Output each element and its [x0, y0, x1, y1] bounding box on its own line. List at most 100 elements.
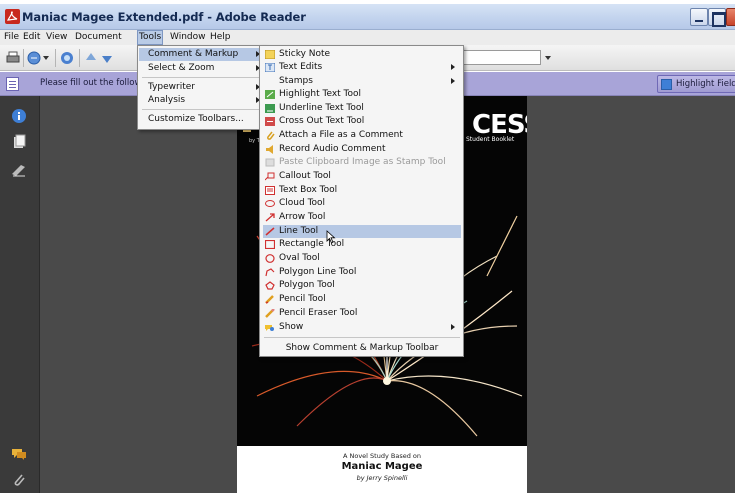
search-input[interactable]: d [455, 50, 541, 65]
menu-item-label: Record Audio Comment [279, 144, 386, 154]
menu-item-text-box-tool[interactable]: Text Box Tool [263, 184, 461, 197]
menu-item-cloud-tool[interactable]: Cloud Tool [263, 197, 461, 210]
pencil-icon [265, 295, 274, 304]
menu-item-highlight-text-tool[interactable]: Highlight Text Tool [263, 88, 461, 101]
menu-item-pencil-tool[interactable]: Pencil Tool [263, 293, 461, 306]
signatures-icon[interactable] [11, 162, 27, 178]
menu-item-label: Polygon Line Tool [279, 267, 357, 277]
toolbar-separator [23, 49, 24, 67]
menu-item-underline-text-tool[interactable]: Underline Text Tool [263, 102, 461, 115]
menu-item-cross-out-text-tool[interactable]: Cross Out Text Tool [263, 115, 461, 128]
tools-menu-comment-markup[interactable]: Comment & Markup [139, 48, 264, 61]
footer-line-1: A Novel Study Based on [342, 452, 422, 460]
menu-separator [142, 109, 262, 110]
tools-menu-label: Typewriter [148, 82, 195, 92]
form-icon [6, 77, 19, 91]
polygon-icon [265, 281, 275, 290]
menu-window[interactable]: Window [169, 31, 207, 44]
info-icon[interactable] [11, 108, 27, 124]
menu-edit[interactable]: Edit [22, 31, 41, 44]
tools-menu-label: Analysis [148, 95, 186, 105]
comments-icon[interactable] [11, 446, 27, 462]
menu-file[interactable]: File [3, 31, 20, 44]
cross-out-text-icon [265, 117, 275, 126]
submenu-arrow-icon [451, 64, 455, 70]
search-dropdown-icon[interactable] [545, 56, 551, 60]
chevron-down-icon[interactable] [43, 56, 49, 60]
adobe-reader-icon [5, 9, 20, 24]
cover-footer: A Novel Study Based on Maniac Magee by J… [237, 446, 527, 493]
menu-item-arrow-tool[interactable]: Arrow Tool [263, 211, 461, 224]
navigation-panel [0, 96, 40, 493]
menu-item-label: Cloud Tool [279, 198, 326, 208]
pages-icon[interactable] [11, 134, 27, 150]
menu-bar: File Edit View Document Tools Window Hel… [0, 30, 735, 45]
tools-menu-customize-toolbars[interactable]: Customize Toolbars... [139, 113, 264, 126]
mouse-cursor-icon [326, 230, 336, 244]
tools-menu-select-zoom[interactable]: Select & Zoom [139, 62, 264, 75]
menu-item-rectangle-tool[interactable]: Rectangle Tool [263, 238, 461, 251]
menu-item-callout-tool[interactable]: Callout Tool [263, 170, 461, 183]
menu-tools[interactable]: Tools [136, 30, 164, 45]
menu-item-polygon-line-tool[interactable]: Polygon Line Tool [263, 266, 461, 279]
menu-item-text-edits[interactable]: Text Edits [263, 61, 461, 74]
menu-item-label: Highlight Text Tool [279, 89, 362, 99]
menu-item-paste-clipboard-stamp[interactable]: Paste Clipboard Image as Stamp Tool [263, 156, 461, 169]
menu-item-record-audio[interactable]: Record Audio Comment [263, 143, 461, 156]
menu-item-sticky-note[interactable]: Sticky Note [263, 48, 461, 61]
menu-item-stamps[interactable]: Stamps [263, 75, 461, 88]
polygon-line-icon [265, 268, 275, 277]
line-tool-icon [265, 227, 275, 236]
menu-item-label: Pencil Eraser Tool [279, 308, 358, 318]
menu-document[interactable]: Document [74, 31, 123, 44]
menu-item-label: Pencil Tool [279, 294, 326, 304]
tools-menu-label: Customize Toolbars... [148, 114, 244, 124]
next-page-icon[interactable] [100, 51, 114, 65]
paste-stamp-icon [265, 158, 275, 167]
menu-item-label: Polygon Tool [279, 280, 335, 290]
menu-item-show-comment-markup-toolbar[interactable]: Show Comment & Markup Toolbar [263, 341, 461, 355]
menu-view[interactable]: View [45, 31, 68, 44]
attachments-icon[interactable] [11, 472, 27, 488]
rectangle-icon [265, 240, 275, 249]
text-edits-icon [265, 63, 275, 72]
collaborate-icon[interactable] [60, 51, 74, 65]
maximize-button[interactable] [708, 8, 726, 27]
menu-item-oval-tool[interactable]: Oval Tool [263, 252, 461, 265]
menu-item-label: Paste Clipboard Image as Stamp Tool [279, 157, 446, 167]
tools-menu-label: Comment & Markup [148, 49, 239, 59]
menu-item-label: Stamps [279, 76, 313, 86]
highlight-fields-icon [661, 79, 672, 90]
menu-separator [142, 77, 262, 78]
menu-item-label: Callout Tool [279, 171, 331, 181]
menu-item-label: Underline Text Tool [279, 103, 364, 113]
tools-menu-typewriter[interactable]: Typewriter [139, 81, 264, 94]
menu-item-polygon-tool[interactable]: Polygon Tool [263, 279, 461, 292]
menu-help[interactable]: Help [209, 31, 232, 44]
highlight-fields-label: Highlight Fields [676, 79, 735, 89]
text-box-icon [265, 186, 275, 195]
menu-item-label: Oval Tool [279, 253, 320, 263]
window-title: Maniac Magee Extended.pdf - Adobe Reader [22, 10, 306, 24]
tools-menu-label: Select & Zoom [148, 63, 215, 73]
footer-author: by Jerry Spinelli [356, 474, 408, 482]
underline-text-icon [265, 104, 275, 113]
comment-markup-submenu: Sticky Note Text Edits Stamps Highlight … [259, 45, 464, 357]
minimize-button[interactable] [690, 8, 708, 26]
close-button[interactable] [726, 8, 735, 26]
menu-item-label: Show [279, 322, 304, 332]
callout-icon [265, 172, 275, 181]
menu-item-line-tool[interactable]: Line Tool [263, 225, 461, 238]
print-icon[interactable] [6, 51, 20, 65]
previous-page-icon[interactable] [84, 51, 98, 65]
email-icon[interactable] [27, 51, 41, 65]
menu-item-show[interactable]: Show [263, 321, 461, 334]
menu-item-pencil-eraser-tool[interactable]: Pencil Eraser Tool [263, 307, 461, 320]
highlight-fields-button[interactable]: Highlight Fields [657, 75, 735, 93]
tools-menu-analysis[interactable]: Analysis [139, 94, 264, 107]
form-message: Please fill out the followin [40, 78, 150, 88]
menu-item-attach-file[interactable]: Attach a File as a Comment [263, 129, 461, 142]
record-audio-icon [266, 145, 273, 154]
menu-item-label: Sticky Note [279, 49, 331, 59]
show-icon [265, 325, 274, 331]
